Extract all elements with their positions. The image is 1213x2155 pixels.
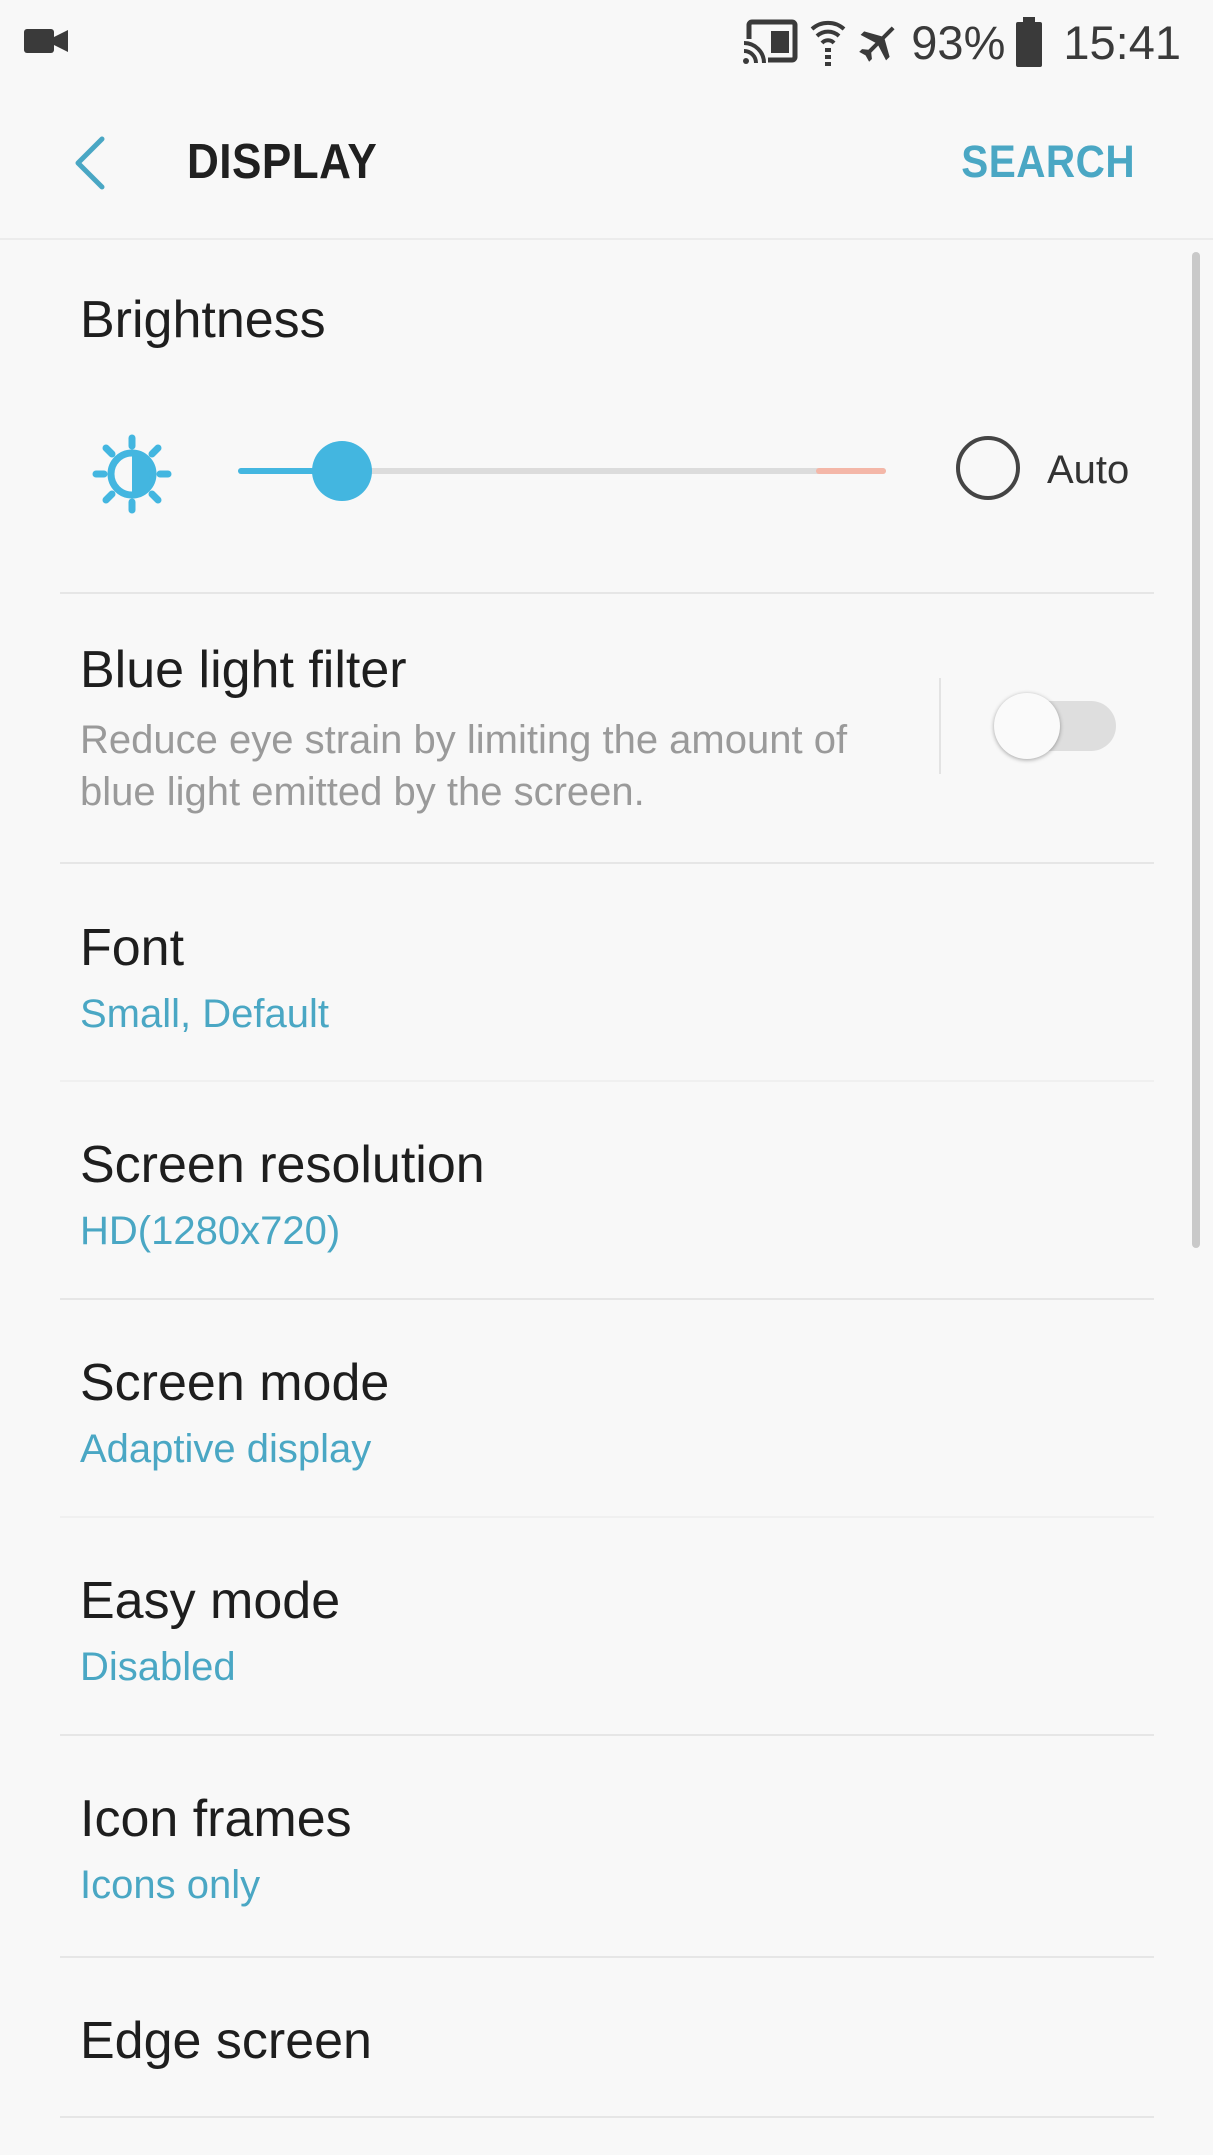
brightness-sun-icon [92, 434, 172, 514]
blue-light-filter-description: Reduce eye strain by limiting the amount… [80, 718, 848, 814]
brightness-slider-thumb[interactable] [311, 441, 372, 501]
status-bar: 93% 15:41 [0, 0, 1213, 84]
video-camera-icon [24, 29, 68, 53]
airplane-mode-icon [859, 26, 895, 62]
edge-screen-title: Edge screen [80, 2012, 372, 2070]
brightness-title: Brightness [80, 291, 326, 349]
screen-mode-value: Adaptive display [80, 1427, 372, 1471]
screen-resolution-value: HD(1280x720) [80, 1209, 341, 1253]
wifi-calling-icon [810, 20, 846, 66]
toggle-knob [994, 693, 1060, 759]
blue-light-filter-title: Blue light filter [80, 641, 407, 699]
battery-percent: 93% [911, 15, 1006, 69]
font-value: Small, Default [80, 992, 329, 1036]
auto-brightness-label: Auto [1047, 448, 1130, 492]
blue-light-filter-toggle[interactable] [994, 693, 1122, 759]
brightness-slider[interactable] [238, 441, 886, 501]
easy-mode-value: Disabled [80, 1645, 236, 1689]
cast-icon [743, 19, 798, 64]
easy-mode-title: Easy mode [80, 1572, 341, 1630]
divider [60, 2116, 1154, 2118]
scrollbar[interactable] [1192, 252, 1200, 1248]
back-button[interactable] [60, 128, 120, 198]
brightness-slider-high-zone [816, 468, 886, 474]
page-title: DISPLAY [187, 135, 378, 189]
auto-brightness-radio[interactable] [956, 436, 1020, 500]
font-title: Font [80, 919, 185, 977]
app-header: DISPLAY SEARCH [0, 84, 1213, 240]
icon-frames-value: Icons only [80, 1863, 261, 1907]
icon-frames-title: Icon frames [80, 1790, 352, 1848]
toggle-separator [939, 678, 941, 774]
search-button[interactable]: SEARCH [961, 136, 1135, 188]
clock: 15:41 [1063, 15, 1181, 69]
screen-mode-title: Screen mode [80, 1354, 390, 1412]
screen-resolution-title: Screen resolution [80, 1136, 485, 1194]
battery-icon [1016, 17, 1043, 67]
chevron-left-icon [75, 136, 105, 190]
